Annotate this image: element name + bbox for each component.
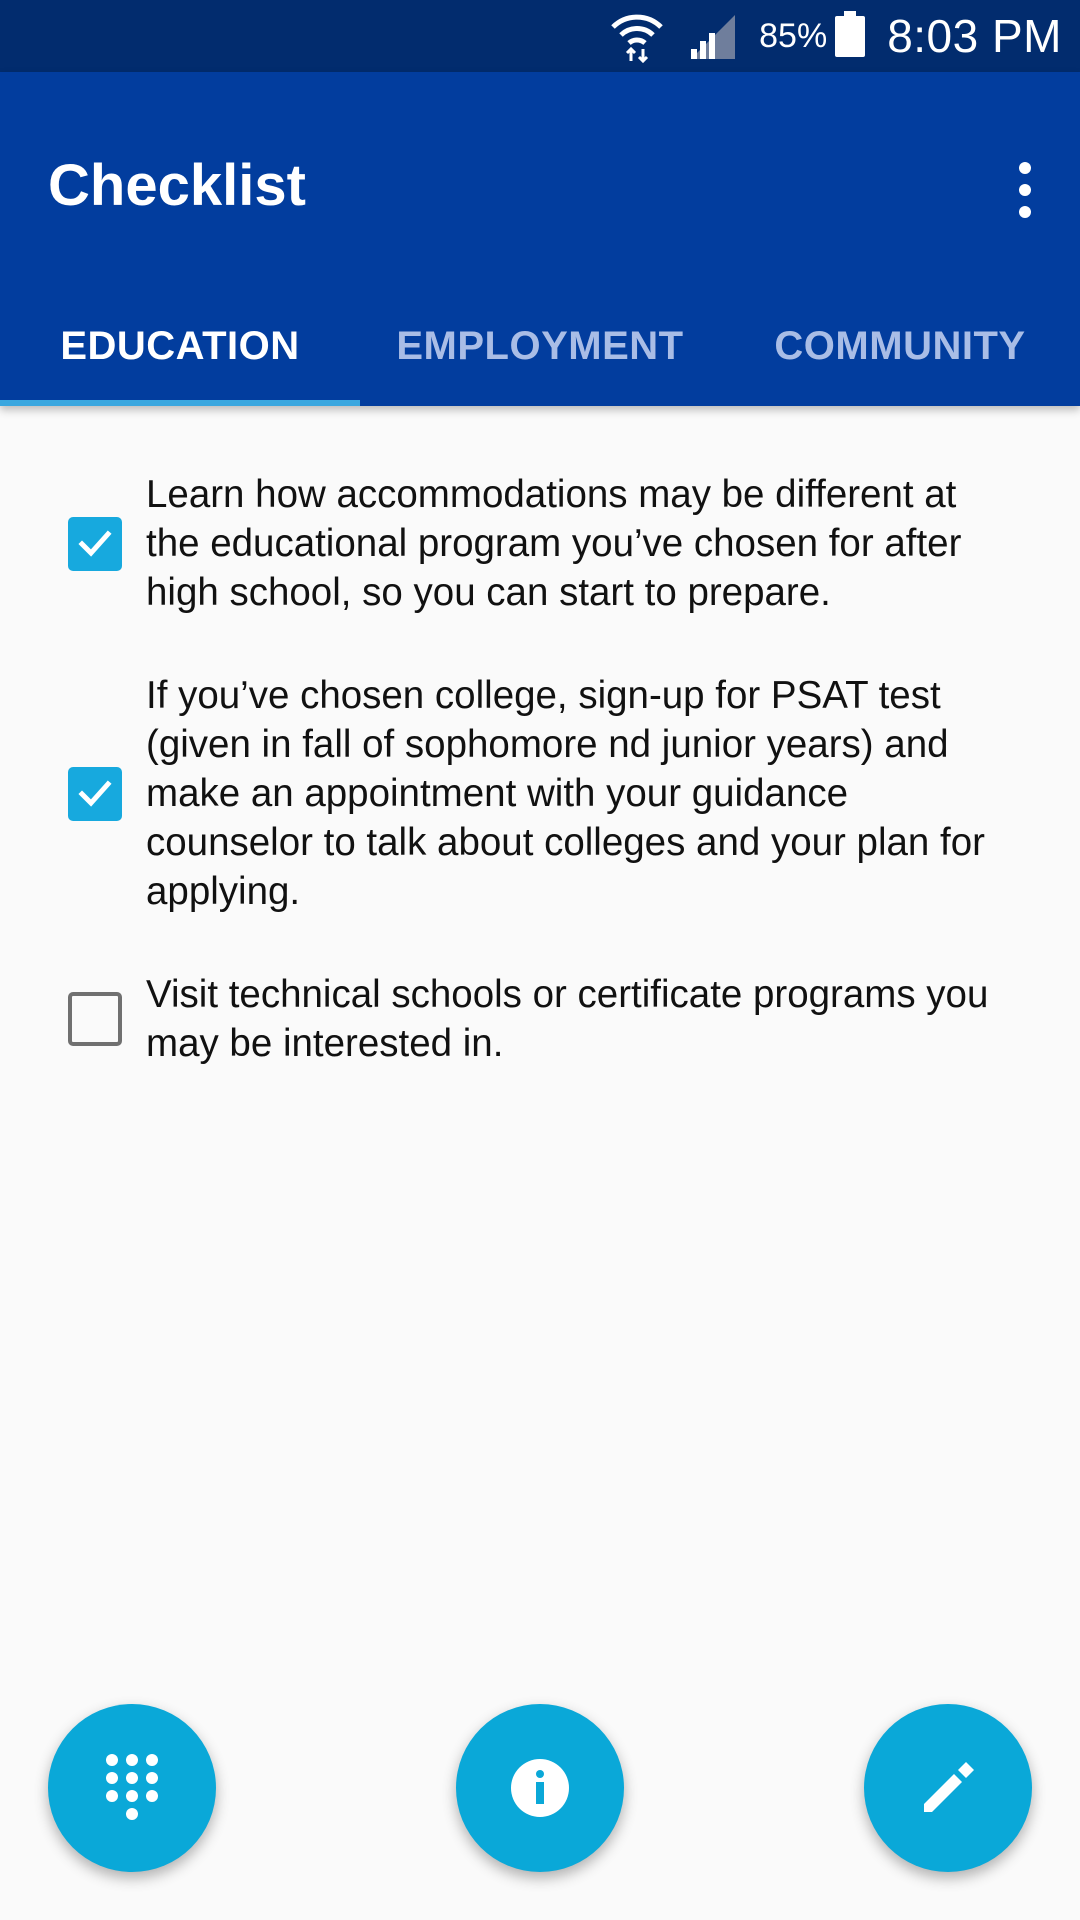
tab-employment[interactable]: EMPLOYMENT — [360, 286, 720, 406]
checklist-item: Learn how accommodations may be differen… — [0, 470, 1080, 617]
checklist-item-text: If you’ve chosen college, sign-up for PS… — [146, 674, 985, 913]
check-icon — [78, 529, 112, 557]
checklist-item: If you’ve chosen college, sign-up for PS… — [0, 671, 1080, 916]
tab-education[interactable]: EDUCATION — [0, 286, 360, 406]
battery-icon — [835, 10, 866, 62]
check-icon — [78, 779, 112, 807]
dialpad-icon — [106, 1754, 158, 1820]
checkbox-checked[interactable] — [68, 766, 122, 821]
tab-bar: EDUCATION EMPLOYMENT COMMUNITY — [0, 286, 1080, 406]
tab-community[interactable]: COMMUNITY — [720, 286, 1080, 406]
page-title: Checklist — [48, 153, 306, 218]
app-bar: Checklist EDUCATION EMPLOYMENT COMMUNITY — [0, 72, 1080, 406]
checkbox-unchecked[interactable] — [68, 992, 122, 1046]
wifi-icon — [609, 9, 665, 63]
checklist-item-text: Visit technical schools or certificate p… — [146, 973, 989, 1065]
clock: 8:03 PM — [887, 10, 1062, 62]
info-icon — [511, 1759, 569, 1817]
signal-icon — [687, 11, 737, 61]
edit-button[interactable] — [864, 1704, 1032, 1872]
info-button[interactable] — [456, 1704, 624, 1872]
checklist-item: Visit technical schools or certificate p… — [0, 970, 1080, 1068]
dialpad-button[interactable] — [48, 1704, 216, 1872]
checklist: Learn how accommodations may be differen… — [0, 470, 1080, 1122]
battery-percent: 85% — [759, 16, 828, 55]
checkbox-checked[interactable] — [68, 516, 122, 571]
status-bar: 85% 8:03 PM — [0, 0, 1080, 72]
more-vert-icon — [1019, 162, 1031, 174]
checklist-item-text: Learn how accommodations may be differen… — [146, 473, 962, 614]
edit-icon — [924, 1762, 974, 1812]
overflow-menu-button[interactable] — [1000, 150, 1050, 230]
